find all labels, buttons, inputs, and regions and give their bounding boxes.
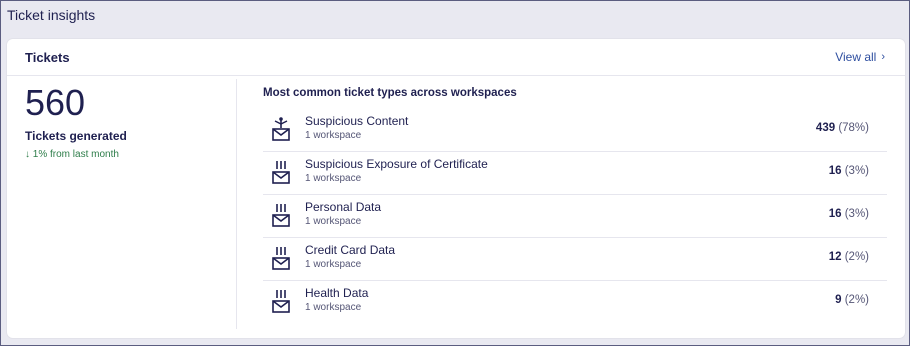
ticket-type-count: 439 — [815, 122, 836, 134]
chevron-right-icon: › — [881, 51, 885, 63]
ticket-type-row[interactable]: Suspicious Content 1 workspace 439 (78%) — [263, 109, 887, 152]
trend-indicator: ↓ 1% from last month — [25, 149, 119, 160]
view-all-link[interactable]: View all › — [835, 50, 885, 64]
card-title: Tickets — [25, 50, 70, 65]
ticket-type-value: 9 (2%) — [835, 294, 869, 306]
ticket-type-percent: (2%) — [844, 251, 869, 263]
ticket-summary: 560 Tickets generated ↓ 1% from last mon… — [25, 82, 235, 161]
ticket-type-workspaces: 1 workspace — [305, 302, 362, 313]
ticket-type-workspaces: 1 workspace — [305, 259, 362, 270]
ticket-type-percent: (3%) — [844, 208, 869, 220]
ticket-type-workspaces: 1 workspace — [305, 173, 362, 184]
view-all-label: View all — [835, 50, 877, 64]
ticket-type-percent: (78%) — [838, 122, 869, 134]
ticket-type-count: 12 — [828, 251, 842, 263]
suspicious-content-icon — [271, 116, 291, 142]
ticket-type-name: Suspicious Content — [305, 114, 409, 128]
tickets-card: Tickets View all › 560 Tickets generated… — [7, 39, 905, 338]
ticket-type-workspaces: 1 workspace — [305, 130, 362, 141]
ticket-type-workspaces: 1 workspace — [305, 216, 362, 227]
ticket-type-row[interactable]: Credit Card Data 1 workspace 12 (2%) — [263, 238, 887, 281]
ticket-types-list: Suspicious Content 1 workspace 439 (78%)… — [263, 109, 887, 323]
ticket-type-value: 439 (78%) — [816, 122, 869, 134]
ticket-type-value: 16 (3%) — [829, 165, 869, 177]
data-leak-icon — [271, 288, 291, 314]
data-leak-icon — [271, 202, 291, 228]
ticket-type-name: Personal Data — [305, 200, 382, 214]
vertical-divider — [236, 79, 237, 329]
card-header: Tickets View all › — [7, 39, 905, 76]
ticket-type-name: Credit Card Data — [305, 243, 396, 257]
ticket-types-section: Most common ticket types across workspac… — [263, 87, 887, 323]
ticket-type-percent: (2%) — [844, 294, 869, 306]
ticket-type-row[interactable]: Suspicious Exposure of Certificate 1 wor… — [263, 152, 887, 195]
data-leak-icon — [271, 245, 291, 271]
ticket-type-name: Health Data — [305, 286, 369, 300]
ticket-type-row[interactable]: Personal Data 1 workspace 16 (3%) — [263, 195, 887, 238]
ticket-type-value: 16 (3%) — [829, 208, 869, 220]
ticket-type-count: 9 — [835, 294, 842, 306]
data-leak-icon — [271, 159, 291, 185]
tickets-count: 560 — [25, 82, 86, 123]
tickets-label: Tickets generated — [25, 129, 127, 143]
page-title: Ticket insights — [7, 7, 96, 23]
ticket-type-count: 16 — [828, 165, 842, 177]
ticket-type-value: 12 (2%) — [829, 251, 869, 263]
section-title: Most common ticket types across workspac… — [263, 87, 517, 99]
ticket-type-row[interactable]: Health Data 1 workspace 9 (2%) — [263, 281, 887, 323]
ticket-type-count: 16 — [828, 208, 842, 220]
ticket-type-percent: (3%) — [844, 165, 869, 177]
ticket-type-name: Suspicious Exposure of Certificate — [305, 157, 488, 171]
